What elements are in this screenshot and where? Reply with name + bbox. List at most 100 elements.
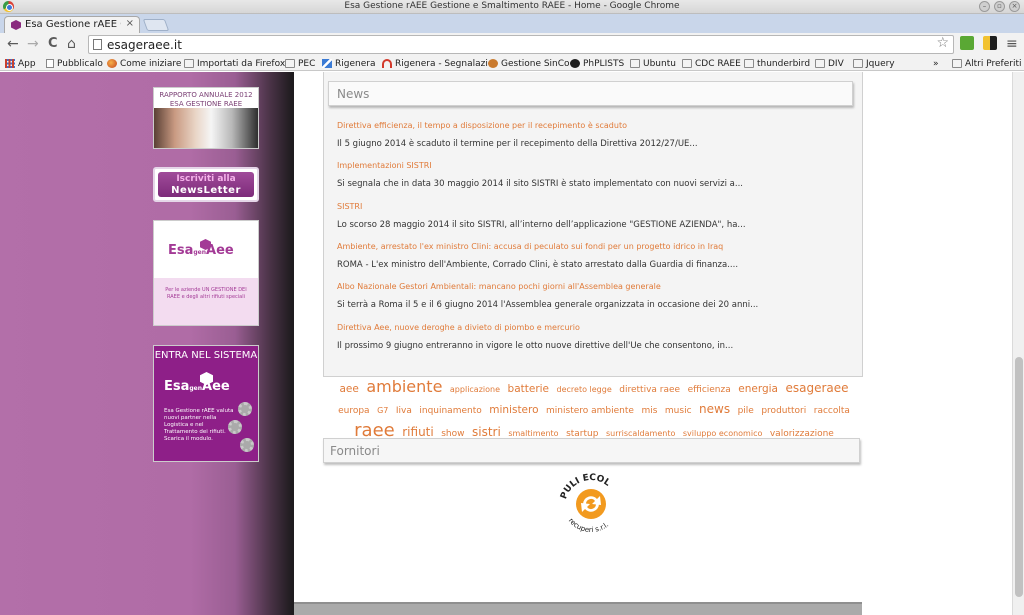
sistema-text: Esa Gestione rAEE valuta nuovi partner n… xyxy=(164,408,234,442)
bookmark-pec[interactable]: PEC xyxy=(285,57,315,70)
news-item-title[interactable]: Implementazioni SISTRI xyxy=(337,161,847,170)
tag-link[interactable]: mis xyxy=(641,406,657,416)
forward-icon[interactable]: → xyxy=(27,35,39,53)
tag-link[interactable]: music xyxy=(665,406,692,416)
tab-strip: Esa Gestione rAEE Gestio × xyxy=(0,14,1024,33)
esa-logo-part1: Esa xyxy=(168,243,194,258)
news-item-title[interactable]: Direttiva efficienza, il tempo a disposi… xyxy=(337,121,847,130)
key-extension-icon[interactable] xyxy=(983,36,997,50)
bookmark-ubuntu[interactable]: Ubuntu xyxy=(630,57,676,70)
menu-icon[interactable]: ≡ xyxy=(1006,35,1018,53)
tag-link[interactable]: ambiente xyxy=(366,377,442,396)
bookmark-div[interactable]: DIV xyxy=(815,57,844,70)
tag-link[interactable]: Iiva xyxy=(396,406,412,416)
tag-link[interactable]: ministero xyxy=(489,404,538,416)
tag-link[interactable]: batterie xyxy=(508,383,550,395)
news-item-title[interactable]: Ambiente, arrestato l'ex ministro Clini:… xyxy=(337,242,847,251)
tag-link[interactable]: rifiuti xyxy=(402,425,433,439)
tag-link[interactable]: aee xyxy=(339,383,358,395)
bookmark-label: Altri Preferiti xyxy=(965,58,1022,69)
bookmark-gestione-sinco[interactable]: Gestione SinCo xyxy=(488,57,570,70)
bookmark-rigenera[interactable]: Rigenera xyxy=(322,57,375,70)
bookmark-label: DIV xyxy=(828,58,844,69)
recycle-circle xyxy=(576,489,606,519)
bookmarks-more-icon[interactable]: » xyxy=(933,57,939,70)
bookmark-altri-preferiti[interactable]: Altri Preferiti xyxy=(952,57,1022,70)
sistema-logo: EsagenAee xyxy=(164,379,230,394)
gear-icon xyxy=(240,438,254,452)
news-item: Direttiva efficienza, il tempo a disposi… xyxy=(337,121,847,149)
news-item-body: Il 5 giugno 2014 è scaduto il termine pe… xyxy=(337,139,698,149)
news-item-title[interactable]: SISTRI xyxy=(337,202,847,211)
tag-link[interactable]: energia xyxy=(738,383,778,395)
rapporto-annuale-banner[interactable]: RAPPORTO ANNUALE 2012 ESA GESTIONE RAEE xyxy=(153,87,259,149)
browser-toolbar: ← → C ⌂ ☆ ≡ xyxy=(0,33,1024,56)
window-controls: – ▫ × xyxy=(979,1,1020,12)
puliecol-logo[interactable]: PULI ECOL recuperi s.r.l. xyxy=(555,468,627,540)
url-input[interactable] xyxy=(107,37,927,52)
news-item-title[interactable]: Direttiva Aee, nuove deroghe a divieto d… xyxy=(337,323,847,332)
bookmark-label: Pubblicalo xyxy=(57,58,103,69)
bookmark-jquery[interactable]: Jquery xyxy=(853,57,895,70)
tab-close-icon[interactable]: × xyxy=(126,18,134,29)
tag-link[interactable]: surriscaldamento xyxy=(606,429,675,438)
esa-raee-banner[interactable]: EsagenAee Per le aziende UN GESTIONE DEI… xyxy=(153,220,259,326)
tab-esageraee[interactable]: Esa Gestione rAEE Gestio × xyxy=(4,16,140,33)
tag-link[interactable]: decreto legge xyxy=(557,385,612,394)
esa-logo-part2: Aee xyxy=(206,243,234,258)
tag-link[interactable]: raccolta xyxy=(814,406,850,416)
tag-link[interactable]: produttori xyxy=(761,406,806,416)
tag-link[interactable]: europa xyxy=(338,406,369,416)
arc-icon xyxy=(382,59,392,68)
bookmark-label: Rigenera xyxy=(335,58,376,69)
bookmark-app[interactable]: App xyxy=(5,57,36,70)
vertical-scrollbar[interactable] xyxy=(1012,72,1024,615)
sistema-logo-part1: Esa xyxy=(164,379,190,394)
newsletter-banner[interactable]: Iscriviti alla NewsLetter xyxy=(153,167,259,202)
wave-icon xyxy=(322,59,332,68)
tag-link[interactable]: ministero ambiente xyxy=(546,406,634,416)
bookmark-label: CDC RAEE xyxy=(695,58,741,69)
news-item-title[interactable]: Albo Nazionale Gestori Ambientali: manca… xyxy=(337,282,847,291)
rapporto-title: RAPPORTO ANNUALE 2012 xyxy=(159,91,253,99)
bookmark-rigenera-segnalazio[interactable]: Rigenera - Segnalazio xyxy=(382,57,493,70)
new-tab-button[interactable] xyxy=(142,19,170,31)
page-viewport: RAPPORTO ANNUALE 2012 ESA GESTIONE RAEE … xyxy=(0,72,1024,615)
bookmark-thunderbird[interactable]: thunderbird xyxy=(744,57,810,70)
tag-link[interactable]: efficienza xyxy=(688,385,731,395)
tag-link[interactable]: applicazione xyxy=(450,385,500,394)
address-bar[interactable]: ☆ xyxy=(88,35,954,54)
bookmark-label: Importati da Firefox xyxy=(197,58,286,69)
folder-icon xyxy=(682,59,692,68)
bookmark-importati[interactable]: Importati da Firefox xyxy=(184,57,285,70)
tag-link[interactable]: direttiva raee xyxy=(619,385,680,395)
reload-icon[interactable]: C xyxy=(48,35,58,53)
folder-icon xyxy=(952,59,962,68)
news-header: News xyxy=(328,81,853,106)
entra-nel-sistema-banner[interactable]: ENTRA NEL SISTEMA EsagenAee Esa Gestione… xyxy=(153,345,259,462)
close-window-icon[interactable]: × xyxy=(1009,1,1020,12)
back-icon[interactable]: ← xyxy=(7,35,19,53)
bookmark-phplists[interactable]: PhPLISTS xyxy=(570,57,624,70)
bookmark-label: Gestione SinCo xyxy=(501,58,570,69)
tag-link[interactable]: inquinamento xyxy=(419,406,481,416)
tag-link[interactable]: pile xyxy=(738,406,754,416)
chat-extension-icon[interactable] xyxy=(960,36,974,50)
home-icon[interactable]: ⌂ xyxy=(67,35,76,53)
bookmark-pubblicalo[interactable]: Pubblicalo xyxy=(46,57,103,70)
maximize-icon[interactable]: ▫ xyxy=(994,1,1005,12)
tag-link[interactable]: news xyxy=(699,402,730,416)
minimize-icon[interactable]: – xyxy=(979,1,990,12)
tag-link[interactable]: G7 xyxy=(377,406,388,415)
bookmark-star-icon[interactable]: ☆ xyxy=(936,35,949,51)
tag-link[interactable]: smaltimento xyxy=(508,429,558,438)
bookmark-cdc-raee[interactable]: CDC RAEE xyxy=(682,57,741,70)
tag-cloud: aee ambiente applicazione batterie decre… xyxy=(333,377,855,444)
tag-link[interactable]: sistri xyxy=(472,425,501,439)
scrollbar-thumb[interactable] xyxy=(1015,357,1023,597)
tag-link[interactable]: sviluppo economico xyxy=(683,429,763,438)
window-title: Esa Gestione rAEE Gestione e Smaltimento… xyxy=(344,1,680,11)
tag-link[interactable]: esageraee xyxy=(785,381,848,395)
sistema-logo-part2: Aee xyxy=(202,379,230,394)
bookmark-come-iniziare[interactable]: Come iniziare xyxy=(107,57,181,70)
